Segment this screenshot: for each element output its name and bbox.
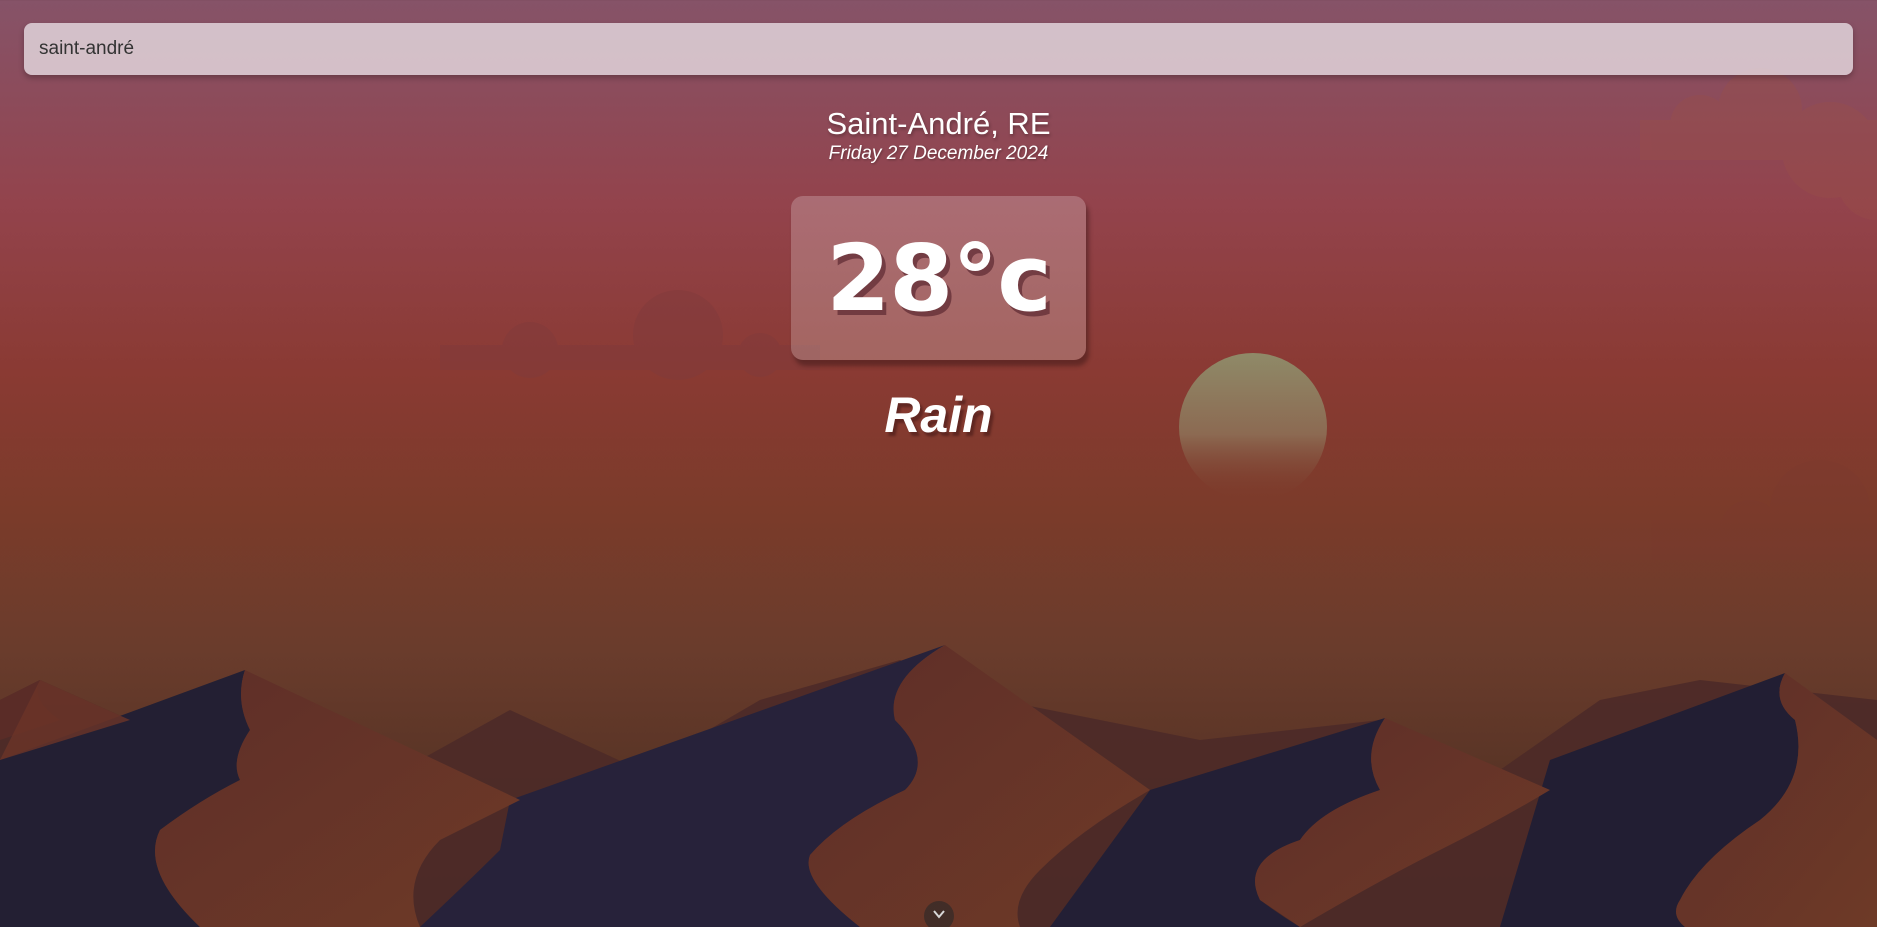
scroll-down-button[interactable] (924, 901, 954, 927)
temperature-value: 28°c (826, 224, 1052, 332)
chevron-down-icon (933, 910, 945, 919)
temperature-card: 28°c (791, 196, 1086, 360)
search-input[interactable] (24, 23, 1853, 75)
current-date: Friday 27 December 2024 (828, 143, 1049, 164)
location-name: Saint-André, RE (826, 106, 1051, 141)
search-bar (24, 23, 1853, 75)
weather-condition: Rain (884, 387, 993, 443)
